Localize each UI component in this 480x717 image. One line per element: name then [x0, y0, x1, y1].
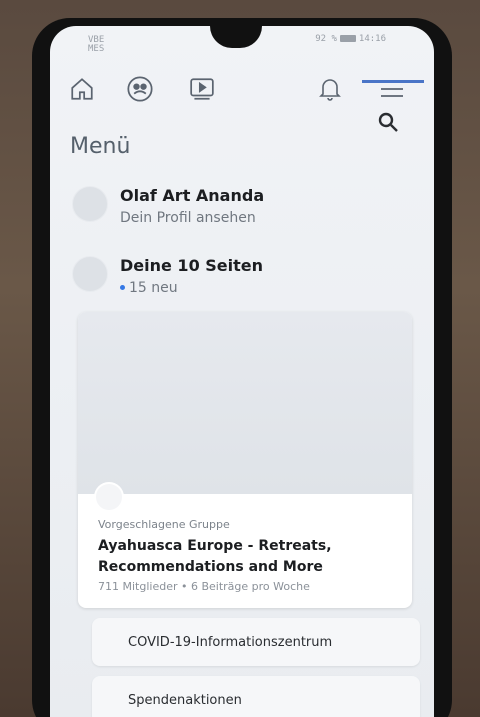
watch-icon[interactable] [184, 72, 220, 106]
battery-icon [339, 35, 356, 42]
covid-info-center-button[interactable]: COVID-19-Informationszentrum [92, 618, 420, 666]
profile-row[interactable]: Olaf Art Ananda Dein Profil ansehen [72, 186, 392, 246]
fundraisers-button[interactable]: Spendenaktionen [92, 676, 420, 717]
covid-info-center-label: COVID-19-Informationszentrum [128, 634, 333, 650]
profile-name: Olaf Art Ananda [120, 186, 265, 205]
profile-subtitle: Dein Profil ansehen [120, 210, 256, 226]
pages-avatar [72, 256, 108, 292]
phone-screen: VBE MES 92 % 14:16 Menü Olaf Art Ananda D… [50, 26, 434, 717]
battery-percent: 92 % [315, 34, 337, 44]
search-icon[interactable] [376, 110, 406, 140]
home-icon[interactable] [64, 72, 100, 106]
menu-hamburger-icon[interactable] [374, 72, 410, 106]
group-name: Ayahuasca Europe - Retreats, Recommendat… [98, 538, 332, 575]
group-cover-image [78, 312, 412, 494]
carrier-line-2: MES [88, 44, 105, 54]
groups-icon[interactable] [122, 72, 158, 106]
profile-avatar [72, 186, 108, 222]
active-tab-indicator [362, 80, 424, 83]
suggested-group-label: Vorgeschlagene Gruppe [98, 518, 230, 531]
suggested-group-card[interactable]: Vorgeschlagene Gruppe Ayahuasca Europe -… [78, 312, 412, 608]
group-avatar [94, 482, 124, 512]
pages-row[interactable]: Deine 10 Seiten 15 neu [72, 256, 392, 316]
top-navigation [50, 64, 434, 112]
status-bar: VBE MES 92 % 14:16 [50, 26, 434, 64]
fundraisers-label: Spendenaktionen [128, 692, 242, 708]
clock: 14:16 [358, 34, 386, 44]
new-indicator-dot [120, 285, 125, 290]
notifications-bell-icon[interactable] [312, 72, 348, 106]
status-right: 92 % 14:16 [315, 34, 386, 44]
pages-title: Deine 10 Seiten [120, 256, 264, 275]
pages-new-label: 15 neu [129, 280, 178, 296]
pages-new-count: 15 neu [120, 280, 178, 296]
carrier-info: VBE MES [88, 36, 104, 54]
page-title: Menü [70, 134, 131, 159]
group-meta: 711 Mitglieder • 6 Beiträge pro Woche [98, 580, 310, 593]
